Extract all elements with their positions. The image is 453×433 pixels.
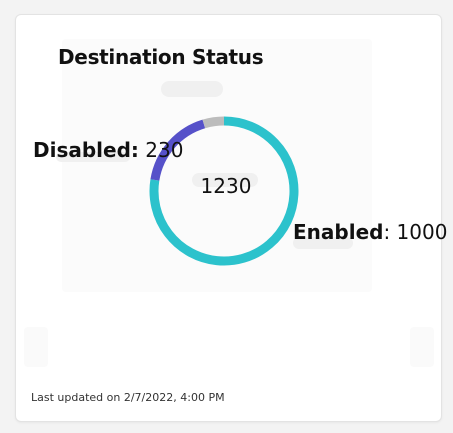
destination-status-card: Destination Status 1230 Disabled: 230 En… xyxy=(15,14,447,422)
legend-value-disabled: 230 xyxy=(138,138,184,162)
donut-total: 1230 xyxy=(200,174,252,198)
donut-chart xyxy=(149,116,299,266)
last-updated-text: Last updated on 2/7/2022, 4:00 PM xyxy=(31,391,225,404)
donut-slice-other[interactable] xyxy=(202,116,225,129)
legend-label-disabled: Disabled: 230 xyxy=(33,138,183,162)
legend-name-disabled: Disabled: xyxy=(33,138,139,162)
legend-name-enabled: Enabled xyxy=(293,220,384,244)
legend-label-enabled: Enabled: 1000 xyxy=(293,220,447,244)
legend-value-enabled: : 1000 xyxy=(383,220,448,244)
